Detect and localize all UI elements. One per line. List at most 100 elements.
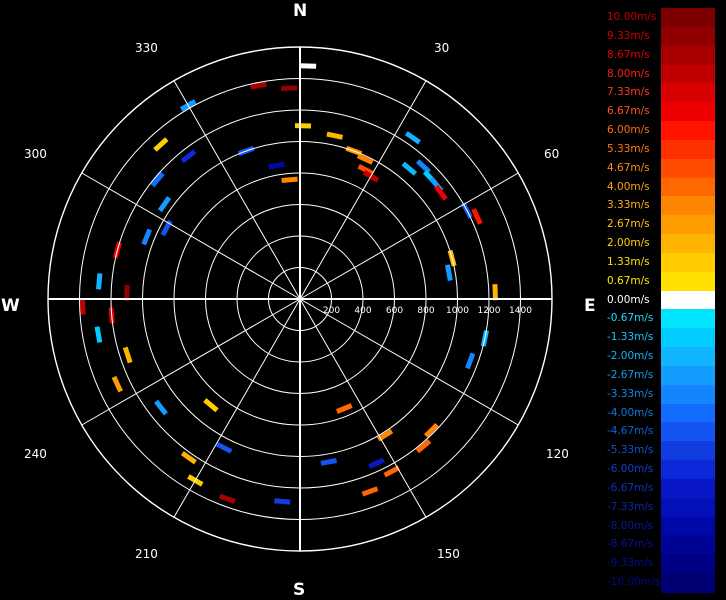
velocity-gate [368, 457, 385, 469]
legend-swatch [661, 441, 715, 461]
legend-swatch [661, 478, 715, 499]
velocity-gate [111, 375, 123, 393]
legend-label: 2.00m/s [607, 237, 650, 250]
legend-row: -1.33m/s [600, 328, 720, 348]
radar-plot: 200 400 600 800 1000 1200 1400 [47, 46, 553, 552]
radial-line [299, 298, 427, 518]
range-tick-label: 1400 [509, 306, 532, 316]
velocity-legend: 10.00m/s 9.33m/s 8.67m/s 8.00m/s 7.33m/s 6.67… [600, 8, 720, 593]
legend-row: -8.67m/s [600, 535, 720, 555]
legend-label: 1.33m/s [607, 255, 650, 268]
legend-swatch [661, 535, 715, 555]
legend-label: -4.00m/s [607, 406, 654, 419]
legend-row: -6.00m/s [600, 460, 720, 480]
legend-row: 0.67m/s [600, 271, 720, 292]
legend-label: -1.33m/s [607, 331, 654, 344]
azimuth-label-240: 240 [24, 447, 47, 461]
legend-swatch [661, 215, 715, 235]
azimuth-label-30: 30 [434, 41, 450, 55]
legend-swatch [661, 252, 715, 273]
legend-row: 4.67m/s [600, 158, 720, 179]
legend-label: 8.00m/s [607, 67, 650, 80]
legend-label: -3.33m/s [607, 387, 654, 400]
legend-row: 6.00m/s [600, 121, 720, 141]
legend-row: 3.33m/s [600, 196, 720, 216]
legend-swatch [661, 83, 715, 103]
velocity-gate [294, 123, 312, 129]
velocity-gates [80, 63, 498, 505]
legend-label: -6.67m/s [607, 481, 654, 494]
legend-swatch [661, 196, 715, 216]
velocity-gate [423, 422, 439, 438]
velocity-gate [404, 131, 421, 145]
azimuth-label-330: 330 [135, 41, 158, 55]
legend-row: 0.00m/s [600, 290, 720, 311]
velocity-gate [203, 398, 219, 413]
legend-row: 4.00m/s [600, 177, 720, 197]
velocity-gate [122, 346, 133, 364]
legend-label: 5.33m/s [607, 142, 650, 155]
legend-row: 7.33m/s [600, 83, 720, 103]
azimuth-label-120: 120 [546, 447, 569, 461]
range-tick-label: 200 [323, 306, 340, 316]
legend-swatch [661, 516, 715, 537]
legend-swatch [661, 365, 715, 386]
velocity-gate [94, 326, 103, 343]
velocity-gate [218, 493, 236, 504]
azimuth-label-300: 300 [24, 147, 47, 161]
legend-label: 0.67m/s [607, 274, 650, 287]
velocity-gate [80, 298, 86, 315]
velocity-gate [320, 458, 338, 466]
radial-line [299, 172, 519, 300]
azimuth-label-150: 150 [437, 547, 460, 561]
cardinal-north: N [293, 1, 308, 21]
legend-label: -2.67m/s [607, 368, 654, 381]
range-tick-label: 400 [354, 306, 371, 316]
legend-row: 8.67m/s [600, 45, 720, 66]
legend-swatch [661, 573, 715, 593]
range-tick-label: 800 [417, 306, 434, 316]
legend-swatch [661, 158, 715, 179]
legend-label: -5.33m/s [607, 444, 654, 457]
legend-row: -8.00m/s [600, 516, 720, 537]
legend-row: -7.33m/s [600, 497, 720, 518]
velocity-gate [445, 264, 453, 282]
legend-row: -10.00m/s [600, 573, 720, 593]
range-tick-label: 600 [386, 306, 403, 316]
legend-swatch [661, 290, 715, 311]
legend-label: 10.00m/s [607, 11, 657, 23]
legend-label: -4.67m/s [607, 425, 654, 438]
legend-row: -4.67m/s [600, 422, 720, 442]
legend-swatch [661, 328, 715, 348]
legend-label: 7.33m/s [607, 86, 650, 99]
legend-swatch [661, 497, 715, 518]
legend-label: 4.00m/s [607, 180, 650, 193]
azimuth-label-210: 210 [135, 547, 158, 561]
velocity-gate [157, 196, 172, 213]
legend-row: -4.00m/s [600, 403, 720, 424]
legend-swatch [661, 26, 715, 47]
legend-label: -10.00m/s [607, 576, 661, 589]
radial-line [173, 80, 301, 300]
range-tick-label: 1000 [446, 306, 469, 316]
legend-label: -2.00m/s [607, 350, 654, 363]
legend-label: 0.00m/s [607, 293, 650, 306]
range-tick-label: 1200 [478, 306, 501, 316]
velocity-gate [180, 451, 197, 465]
radial-line [299, 298, 519, 426]
legend-label: -9.33m/s [607, 557, 654, 570]
legend-row: 6.67m/s [600, 102, 720, 122]
velocity-gate [401, 161, 418, 176]
legend-row: -0.67m/s [600, 309, 720, 329]
legend-label: 9.33m/s [607, 29, 650, 42]
velocity-gate [281, 176, 298, 183]
legend-label: 6.67m/s [607, 105, 650, 118]
legend-label: 6.00m/s [607, 124, 650, 137]
legend-swatch [661, 102, 715, 122]
legend-row: 5.33m/s [600, 139, 720, 160]
velocity-gate [180, 149, 197, 164]
legend-row: -3.33m/s [600, 384, 720, 405]
velocity-gate [268, 161, 285, 170]
azimuth-label-60: 60 [544, 147, 560, 161]
velocity-gate [300, 63, 317, 69]
